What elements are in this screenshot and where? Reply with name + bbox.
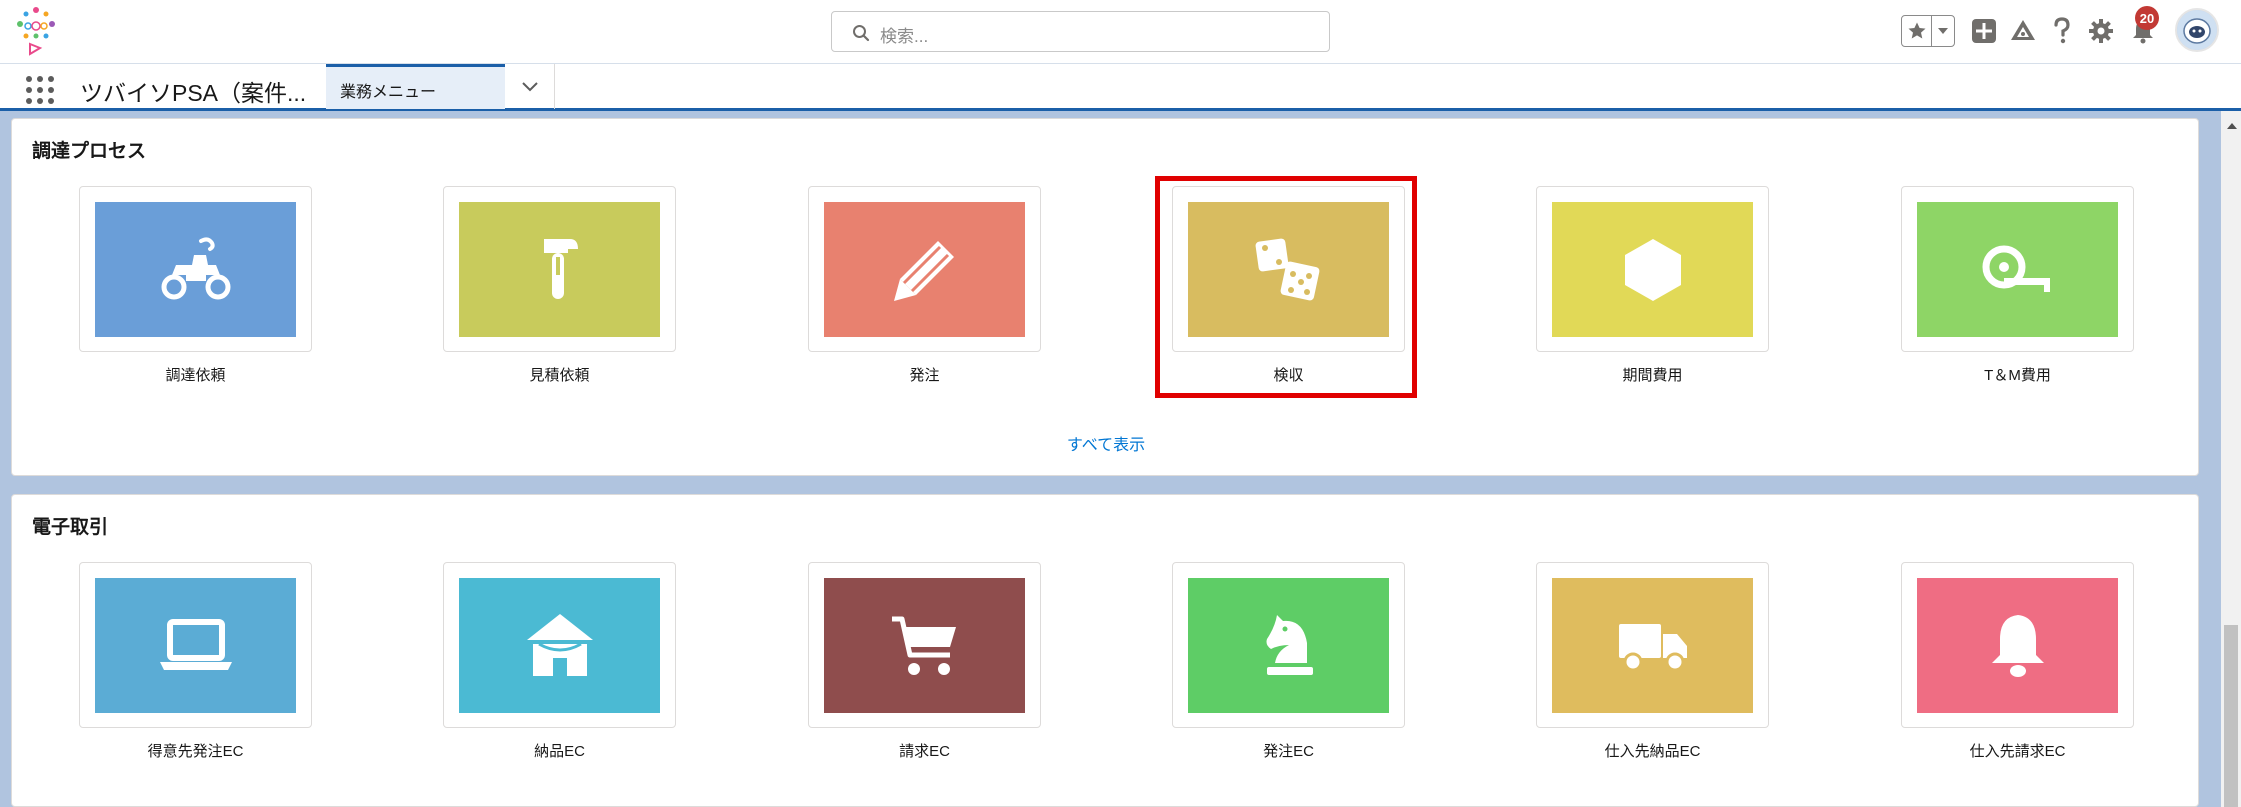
tile-label[interactable]: 期間費用	[1536, 364, 1769, 385]
tile-purchase-order[interactable]	[808, 186, 1041, 352]
tab-more-button[interactable]	[505, 64, 555, 109]
pencil-icon	[893, 240, 954, 301]
trailhead-icon	[2011, 20, 2035, 40]
hut-icon	[526, 613, 593, 676]
tile-image	[1552, 202, 1753, 337]
tile-label[interactable]: 仕入先請求EC	[1901, 740, 2134, 761]
hexagon-icon	[1624, 238, 1681, 301]
section-title: 調達プロセス	[32, 141, 147, 162]
astro-avatar-icon	[2177, 10, 2217, 50]
star-icon	[1908, 22, 1925, 39]
favorites-list-button[interactable]	[1932, 16, 1954, 46]
tile-label[interactable]: 調達依頼	[79, 364, 312, 385]
tile-image	[95, 578, 296, 713]
gear-icon	[2089, 19, 2113, 43]
global-actions-button[interactable]	[1969, 16, 1999, 46]
tile-image	[459, 202, 660, 337]
tile-procurement-request[interactable]	[79, 186, 312, 352]
tape-measure-icon	[1982, 245, 2050, 292]
tile-supplier-delivery-ec[interactable]	[1536, 562, 1769, 728]
tile-supplier-invoice-ec[interactable]	[1901, 562, 2134, 728]
tile-image	[1917, 578, 2118, 713]
setup-button[interactable]	[2086, 16, 2116, 46]
truck-icon	[1618, 623, 1687, 671]
show-all-link[interactable]: すべて表示	[12, 431, 2200, 455]
tile-image	[1917, 202, 2118, 337]
chevron-down-icon	[521, 81, 538, 91]
plus-box-icon	[1972, 19, 1996, 43]
global-header: 検索... 20	[0, 0, 2241, 63]
highlight-box	[1155, 176, 1417, 398]
tile-label[interactable]: 得意先発注EC	[79, 740, 312, 761]
tile-image	[1552, 578, 1753, 713]
app-logo[interactable]	[14, 4, 60, 56]
tile-delivery-ec[interactable]	[443, 562, 676, 728]
tile-label[interactable]: 発注EC	[1172, 740, 1405, 761]
tile-image	[824, 202, 1025, 337]
tile-label[interactable]: 発注	[808, 364, 1041, 385]
section-title: 電子取引	[32, 517, 109, 538]
tile-customer-order-ec[interactable]	[79, 562, 312, 728]
notification-count-badge: 20	[2135, 6, 2159, 30]
tab-gyomu-menu[interactable]: 業務メニュー	[326, 64, 505, 109]
app-name: ツバイソPSA（案件...	[80, 80, 307, 106]
page-scrollbar[interactable]	[2221, 111, 2241, 807]
tile-label[interactable]: 仕入先納品EC	[1536, 740, 1769, 761]
bell-icon	[1991, 614, 2044, 677]
trailhead-button[interactable]	[2008, 16, 2038, 46]
global-search[interactable]: 検索...	[831, 11, 1330, 52]
scroll-thumb[interactable]	[2224, 625, 2238, 807]
caret-down-icon	[1938, 28, 1948, 34]
laptop-icon	[159, 618, 232, 670]
procurement-process-card: 調達プロセス 調達依頼 見積依頼 発注 検収 期間費用 T＆M費用 すべて表示	[11, 118, 2199, 476]
tile-label[interactable]: T＆M費用	[1901, 364, 2134, 385]
tile-purchase-order-ec[interactable]	[1172, 562, 1405, 728]
tile-invoice-ec[interactable]	[808, 562, 1041, 728]
chess-knight-icon	[1266, 614, 1313, 675]
favorites-star-button[interactable]	[1902, 16, 1932, 46]
user-avatar[interactable]	[2175, 8, 2219, 52]
tile-image	[459, 578, 660, 713]
tile-label[interactable]: 見積依頼	[443, 364, 676, 385]
hammer-icon	[543, 238, 578, 299]
search-placeholder: 検索...	[880, 27, 929, 46]
scroll-up-arrow-icon[interactable]	[2227, 123, 2237, 129]
question-mark-icon	[2054, 17, 2070, 44]
tile-label[interactable]: 請求EC	[808, 740, 1041, 761]
tile-label[interactable]: 納品EC	[443, 740, 676, 761]
atv-icon	[161, 236, 230, 299]
tab-label: 業務メニュー	[340, 84, 437, 101]
tile-quote-request[interactable]	[443, 186, 676, 352]
tile-image	[824, 578, 1025, 713]
app-navigation-bar: ツバイソPSA（案件... 業務メニュー	[0, 63, 2241, 111]
tile-period-expense[interactable]	[1536, 186, 1769, 352]
app-launcher-icon[interactable]	[26, 76, 54, 104]
help-button[interactable]	[2047, 16, 2077, 46]
search-icon	[853, 25, 870, 42]
tile-tm-expense[interactable]	[1901, 186, 2134, 352]
tile-image	[1188, 578, 1389, 713]
electronic-transaction-card: 電子取引 得意先発注EC 納品EC 請求EC 発注EC 仕入先納品EC 仕入先請…	[11, 494, 2199, 807]
favorites-button-group[interactable]	[1901, 15, 1955, 47]
tile-image	[95, 202, 296, 337]
cart-icon	[891, 616, 956, 675]
